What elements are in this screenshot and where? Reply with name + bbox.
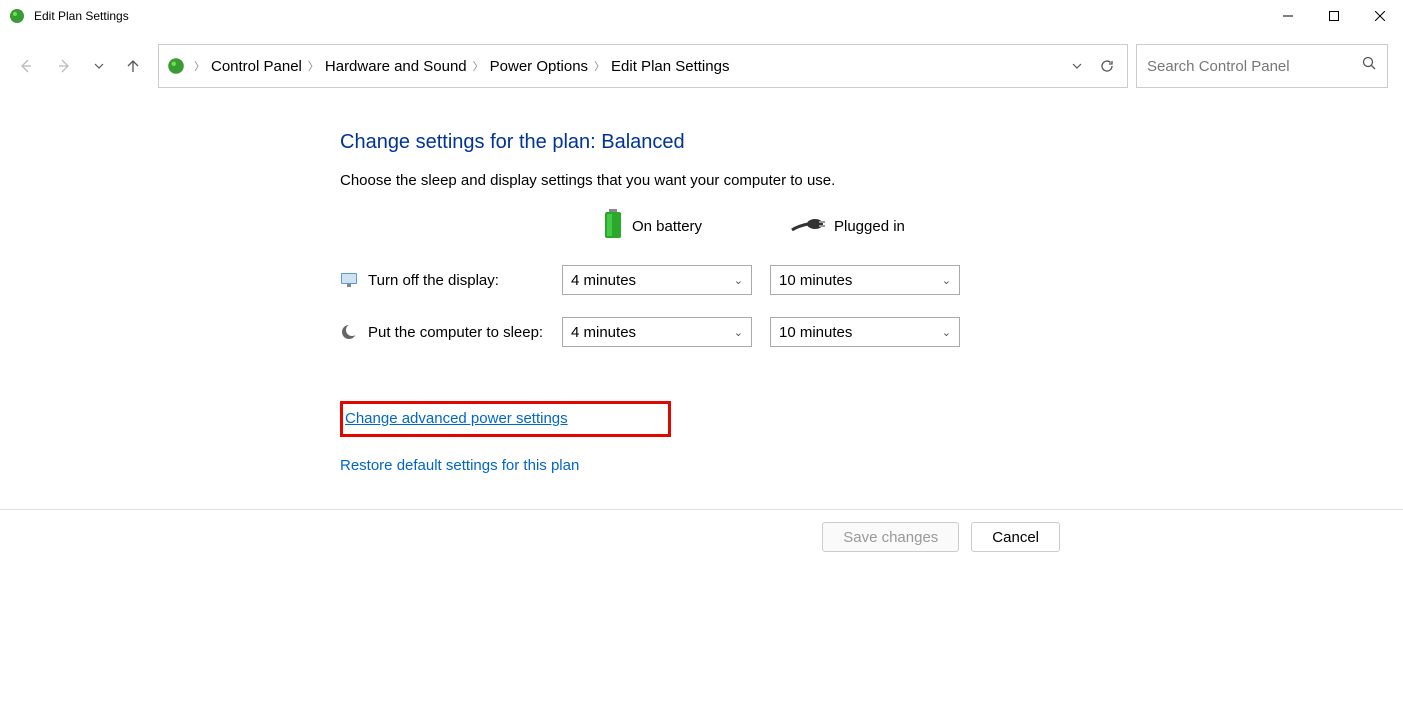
breadcrumb-hardware-sound[interactable]: Hardware and Sound (321, 58, 471, 75)
sleep-plugged-value: 10 minutes (779, 324, 852, 341)
page-subtext: Choose the sleep and display settings th… (340, 172, 1403, 189)
breadcrumb-control-panel[interactable]: Control Panel (207, 58, 306, 75)
window-controls (1265, 0, 1403, 32)
column-header-plugged: Plugged in (770, 214, 960, 238)
sleep-battery-value: 4 minutes (571, 324, 636, 341)
save-button: Save changes (822, 522, 959, 552)
up-button[interactable] (116, 49, 150, 83)
monitor-icon (340, 271, 358, 289)
column-label-plugged: Plugged in (834, 218, 905, 235)
maximize-button[interactable] (1311, 0, 1357, 32)
back-button[interactable] (8, 49, 42, 83)
links-section: Change advanced power settings Restore d… (340, 401, 1403, 475)
restore-defaults-link[interactable]: Restore default settings for this plan (340, 457, 579, 474)
minimize-button[interactable] (1265, 0, 1311, 32)
main-content: Change settings for the plan: Balanced C… (0, 88, 1403, 475)
row-label-display-text: Turn off the display: (368, 272, 499, 289)
display-battery-value: 4 minutes (571, 272, 636, 289)
forward-button[interactable] (48, 49, 82, 83)
cancel-button[interactable]: Cancel (971, 522, 1060, 552)
navbar: 〉 Control Panel 〉 Hardware and Sound 〉 P… (0, 44, 1403, 88)
chevron-right-icon[interactable]: 〉 (592, 58, 607, 74)
sleep-plugged-dropdown[interactable]: 10 minutes ⌄ (770, 317, 960, 347)
chevron-down-icon: ⌄ (942, 326, 951, 339)
row-label-display: Turn off the display: (340, 271, 562, 289)
search-box[interactable] (1136, 44, 1388, 88)
power-icon (8, 7, 26, 25)
display-battery-dropdown[interactable]: 4 minutes ⌄ (562, 265, 752, 295)
page-heading: Change settings for the plan: Balanced (340, 131, 1403, 154)
breadcrumb-edit-plan[interactable]: Edit Plan Settings (607, 58, 733, 75)
chevron-down-icon: ⌄ (734, 274, 743, 287)
titlebar: Edit Plan Settings (0, 0, 1403, 32)
chevron-down-icon: ⌄ (942, 274, 951, 287)
plug-icon (790, 214, 826, 238)
display-plugged-value: 10 minutes (779, 272, 852, 289)
power-settings-grid: On battery Plugged in Turn off the displ… (340, 209, 1403, 347)
search-input[interactable] (1147, 58, 1362, 75)
footer: Save changes Cancel (0, 509, 1403, 564)
search-icon[interactable] (1362, 56, 1377, 76)
recent-dropdown-button[interactable] (82, 49, 116, 83)
chevron-right-icon[interactable]: 〉 (192, 58, 207, 74)
chevron-down-icon: ⌄ (734, 326, 743, 339)
chevron-right-icon[interactable]: 〉 (471, 58, 486, 74)
display-plugged-dropdown[interactable]: 10 minutes ⌄ (770, 265, 960, 295)
address-bar[interactable]: 〉 Control Panel 〉 Hardware and Sound 〉 P… (158, 44, 1128, 88)
highlight-annotation: Change advanced power settings (340, 401, 671, 437)
breadcrumb-power-options[interactable]: Power Options (486, 58, 592, 75)
row-label-sleep-text: Put the computer to sleep: (368, 324, 543, 341)
close-button[interactable] (1357, 0, 1403, 32)
window-title: Edit Plan Settings (34, 9, 1265, 23)
column-label-battery: On battery (632, 218, 702, 235)
battery-icon (602, 209, 624, 243)
chevron-right-icon[interactable]: 〉 (306, 58, 321, 74)
address-dropdown-button[interactable] (1062, 51, 1092, 81)
moon-icon (340, 323, 358, 341)
column-header-battery: On battery (562, 209, 752, 243)
refresh-button[interactable] (1092, 51, 1122, 81)
sleep-battery-dropdown[interactable]: 4 minutes ⌄ (562, 317, 752, 347)
advanced-settings-link[interactable]: Change advanced power settings (345, 410, 568, 427)
power-icon (166, 56, 186, 76)
row-label-sleep: Put the computer to sleep: (340, 323, 562, 341)
